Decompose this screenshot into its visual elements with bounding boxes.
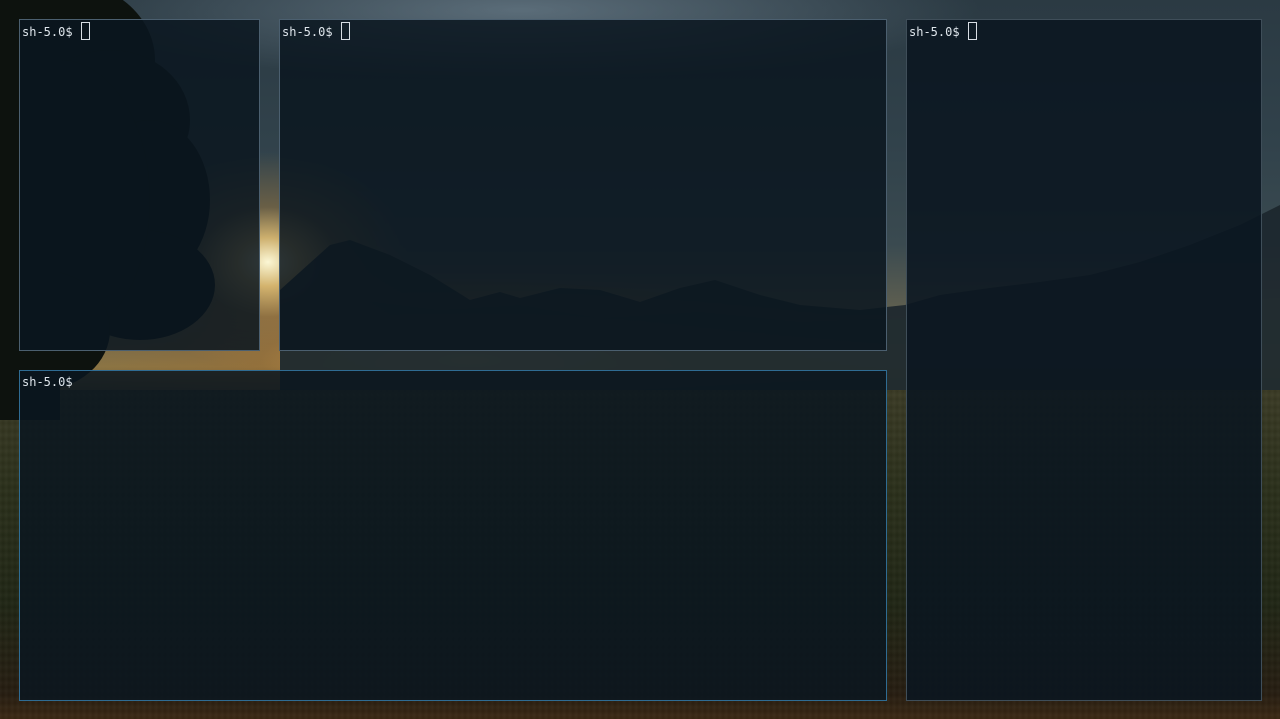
terminal-prompt-line[interactable]: sh-5.0$ <box>282 22 884 40</box>
text-cursor <box>80 22 90 40</box>
terminal-window-bottom-left[interactable]: sh-5.0$ <box>19 370 887 701</box>
terminal-window-top-center[interactable]: sh-5.0$ <box>279 19 887 351</box>
terminal-window-right[interactable]: sh-5.0$ <box>906 19 1262 701</box>
text-cursor <box>340 22 350 40</box>
terminal-prompt-line[interactable]: sh-5.0$ <box>909 22 1259 40</box>
terminal-prompt-line[interactable]: sh-5.0$ <box>22 22 257 40</box>
desktop: sh-5.0$ sh-5.0$ sh-5.0$ sh-5.0$ <box>0 0 1280 719</box>
shell-prompt: sh-5.0$ <box>22 375 73 389</box>
text-cursor <box>967 22 977 40</box>
terminal-prompt-line[interactable]: sh-5.0$ <box>22 375 884 389</box>
shell-prompt: sh-5.0$ <box>22 25 73 39</box>
shell-prompt: sh-5.0$ <box>282 25 333 39</box>
terminal-window-top-left[interactable]: sh-5.0$ <box>19 19 260 351</box>
shell-prompt: sh-5.0$ <box>909 25 960 39</box>
